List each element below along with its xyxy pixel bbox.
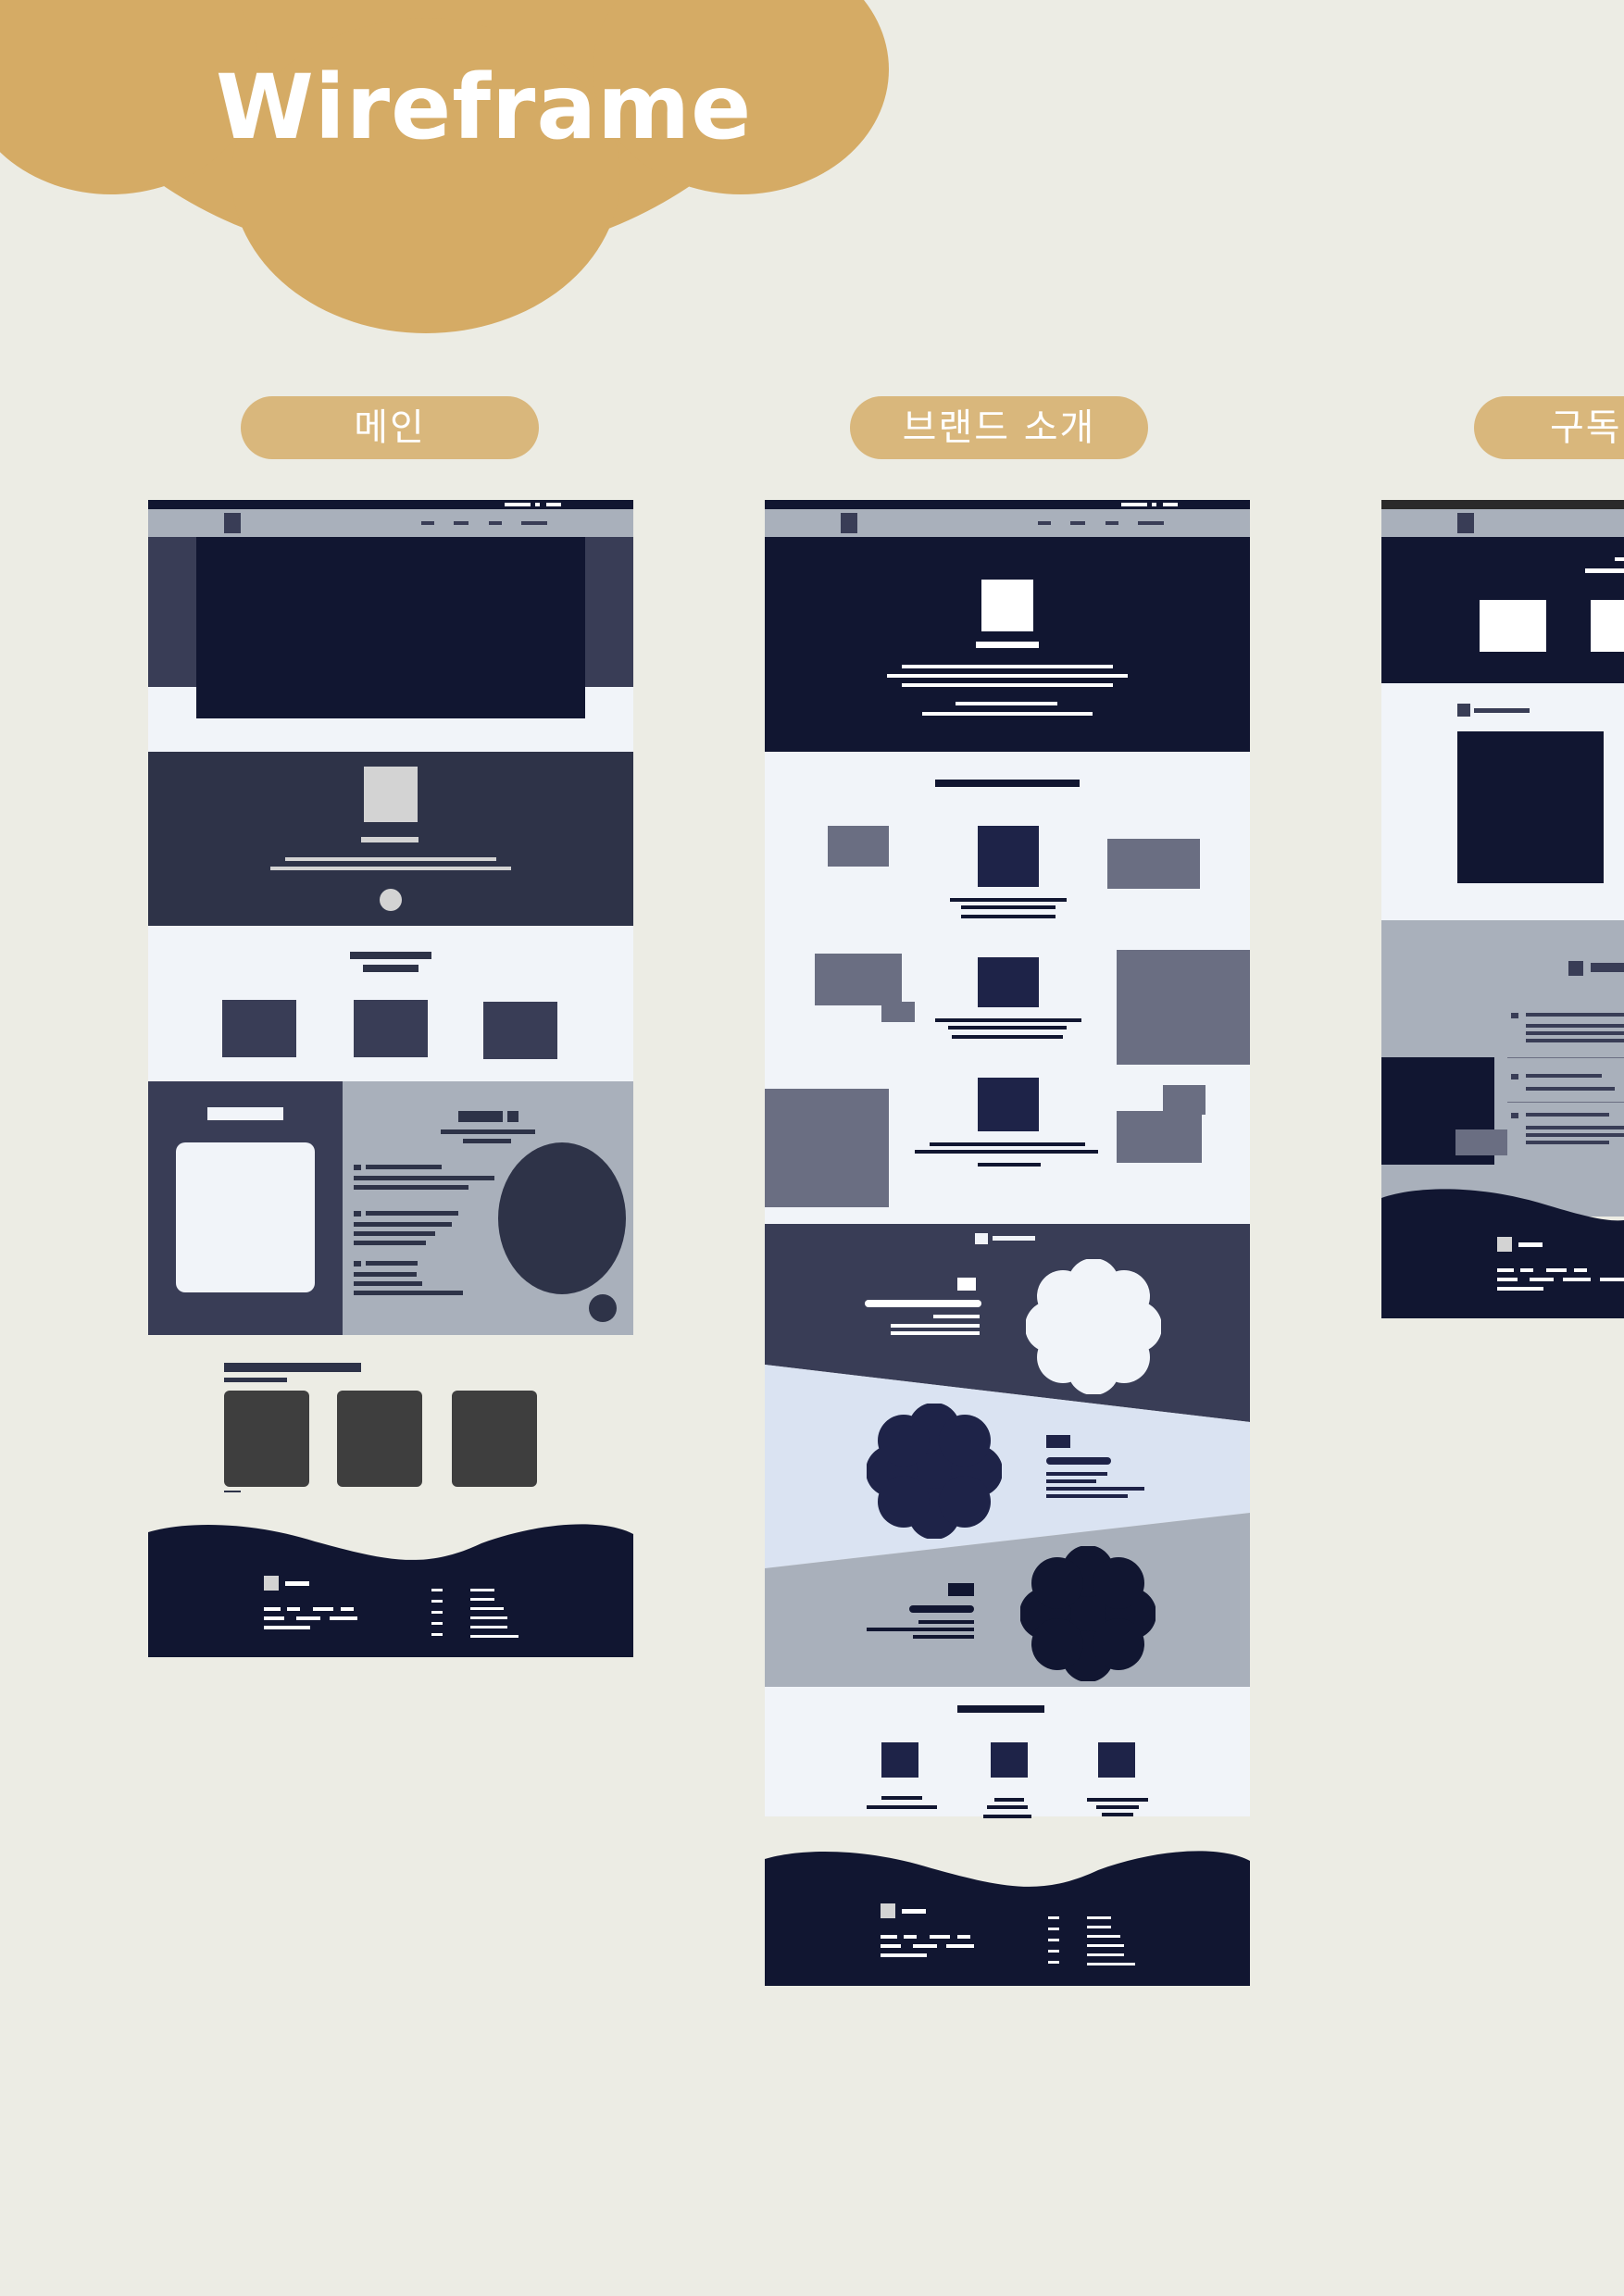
feature-box (483, 1002, 557, 1059)
card-image (176, 1142, 315, 1292)
logo-box (224, 513, 241, 533)
story-section (765, 1224, 1250, 1687)
tab-main-label: 메인 (354, 406, 426, 449)
circle-image (498, 1142, 626, 1294)
nav-bar (765, 509, 1250, 537)
flower-image (1020, 1546, 1156, 1681)
scroll-indicator (380, 889, 402, 911)
footer (1381, 1189, 1624, 1318)
nav-bar (148, 509, 633, 537)
tab-main[interactable]: 메인 (241, 396, 539, 459)
product-card[interactable] (224, 1391, 309, 1487)
nav-bar (1381, 509, 1624, 537)
product-card[interactable] (452, 1391, 537, 1487)
feature-box (222, 1000, 296, 1057)
logo-box (1457, 513, 1474, 533)
tab-brand-intro[interactable]: 브랜드 소개 (850, 396, 1148, 459)
wireframe-brand-intro (765, 500, 1250, 1986)
wireframe-main (148, 500, 633, 1657)
product-card[interactable] (337, 1391, 422, 1487)
tab-subscribe-label: 구독 (1550, 406, 1622, 449)
footer (765, 1851, 1250, 1986)
product-image (1457, 731, 1604, 883)
footer (148, 1524, 633, 1657)
flower-image (1026, 1259, 1161, 1394)
feature-box (354, 1000, 428, 1057)
tab-brand-intro-label: 브랜드 소개 (902, 406, 1096, 449)
flower-image (867, 1404, 1002, 1539)
wireframe-subscribe (1381, 500, 1624, 1318)
logo-box (841, 513, 857, 533)
wireframe-title: Wireframe (216, 56, 753, 159)
hero-image (196, 537, 585, 718)
tab-subscribe[interactable]: 구독 (1474, 396, 1624, 459)
